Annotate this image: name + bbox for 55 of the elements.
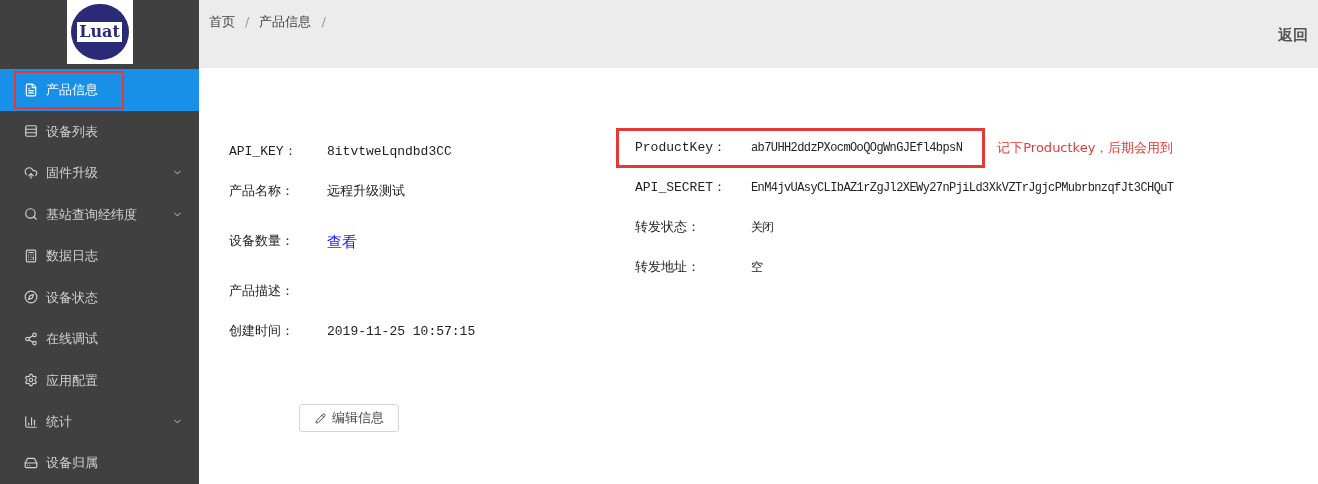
field-label: ProductKey： [635, 139, 727, 158]
sidebar-item[interactable]: 设备列表 [0, 110, 199, 153]
sidebar-item-label: 固件升级 [46, 164, 98, 183]
sidebar-item-label: 应用配置 [46, 371, 98, 390]
sidebar-item-label: 统计 [46, 413, 72, 431]
sidebar-item[interactable]: 统计 [0, 401, 199, 443]
field-value: EnM4jvUAsyCLIbAZ1rZgJl2XEWy27nPjiLd3XkVZTrJgjcPMubrbnzqfJt3CHQuT [751, 180, 1174, 197]
logo: Luat [66, 0, 133, 64]
back-link[interactable]: 返回 [1278, 24, 1308, 47]
field-value: 关闭 [751, 220, 774, 237]
view-link[interactable]: 查看 [327, 230, 357, 254]
sidebar-item-label: 数据日志 [46, 247, 98, 266]
field-label: 转发地址： [635, 259, 701, 278]
sidebar-item[interactable]: 应用配置 [0, 359, 199, 401]
field-label: API_SECRET： [635, 179, 727, 198]
sidebar-item-label: 产品信息 [46, 81, 98, 100]
edit-button[interactable]: 编辑信息 [299, 404, 399, 432]
breadcrumb-link[interactable]: 产品信息 [259, 12, 312, 32]
sidebar-item[interactable]: 固件升级 [0, 152, 199, 194]
field-label: 转发状态： [635, 219, 701, 238]
sidebar-item-label: 设备归属 [46, 454, 98, 473]
sidebar-item[interactable]: 数据日志 [0, 235, 199, 277]
sidebar-item[interactable]: 设备状态 [0, 276, 199, 319]
list-icon [24, 124, 38, 139]
annotation-note: 记下Productkey，后期会用到 [997, 139, 1174, 158]
sidebar-item[interactable]: 在线调试 [0, 318, 199, 360]
calculator-icon [24, 248, 38, 263]
drive-icon [24, 456, 38, 471]
field-label: 产品描述： [229, 283, 295, 302]
share-icon [24, 331, 38, 346]
field-label: 设备数量： [229, 233, 295, 252]
field-value: 8itvtweLqndbd3CC [327, 143, 452, 162]
breadcrumb-separator: / [321, 13, 326, 31]
sidebar-item[interactable]: 设备归属 [0, 442, 199, 484]
compass-icon [24, 290, 38, 305]
sidebar-item-label: 设备列表 [46, 122, 98, 141]
sidebar-item-label: 设备状态 [46, 288, 98, 307]
sidebar-item-label: 基站查询经纬度 [46, 205, 137, 224]
field-value: 空 [751, 260, 763, 277]
breadcrumb-link[interactable]: 首页 [209, 12, 235, 32]
pencil-icon [314, 412, 326, 424]
field-value: 2019-11-25 10:57:15 [327, 323, 476, 342]
field-value: 远程升级测试 [327, 183, 405, 202]
settings-icon [24, 373, 38, 388]
breadcrumb-separator: / [245, 13, 250, 31]
sidebar-item-label: 在线调试 [46, 330, 98, 349]
document-icon [24, 82, 38, 97]
cloud-upload-icon [24, 165, 38, 180]
field-value: ab7UHH2ddzPXocmOoQOgWnGJEfl4bpsN [751, 140, 963, 157]
field-label: API_KEY： [229, 143, 298, 162]
search-icon [24, 207, 38, 222]
bar-chart-icon [24, 414, 38, 429]
field-label: 产品名称： [229, 183, 295, 202]
field-label: 创建时间： [229, 323, 295, 342]
sidebar-item[interactable]: 基站查询经纬度 [0, 193, 199, 236]
